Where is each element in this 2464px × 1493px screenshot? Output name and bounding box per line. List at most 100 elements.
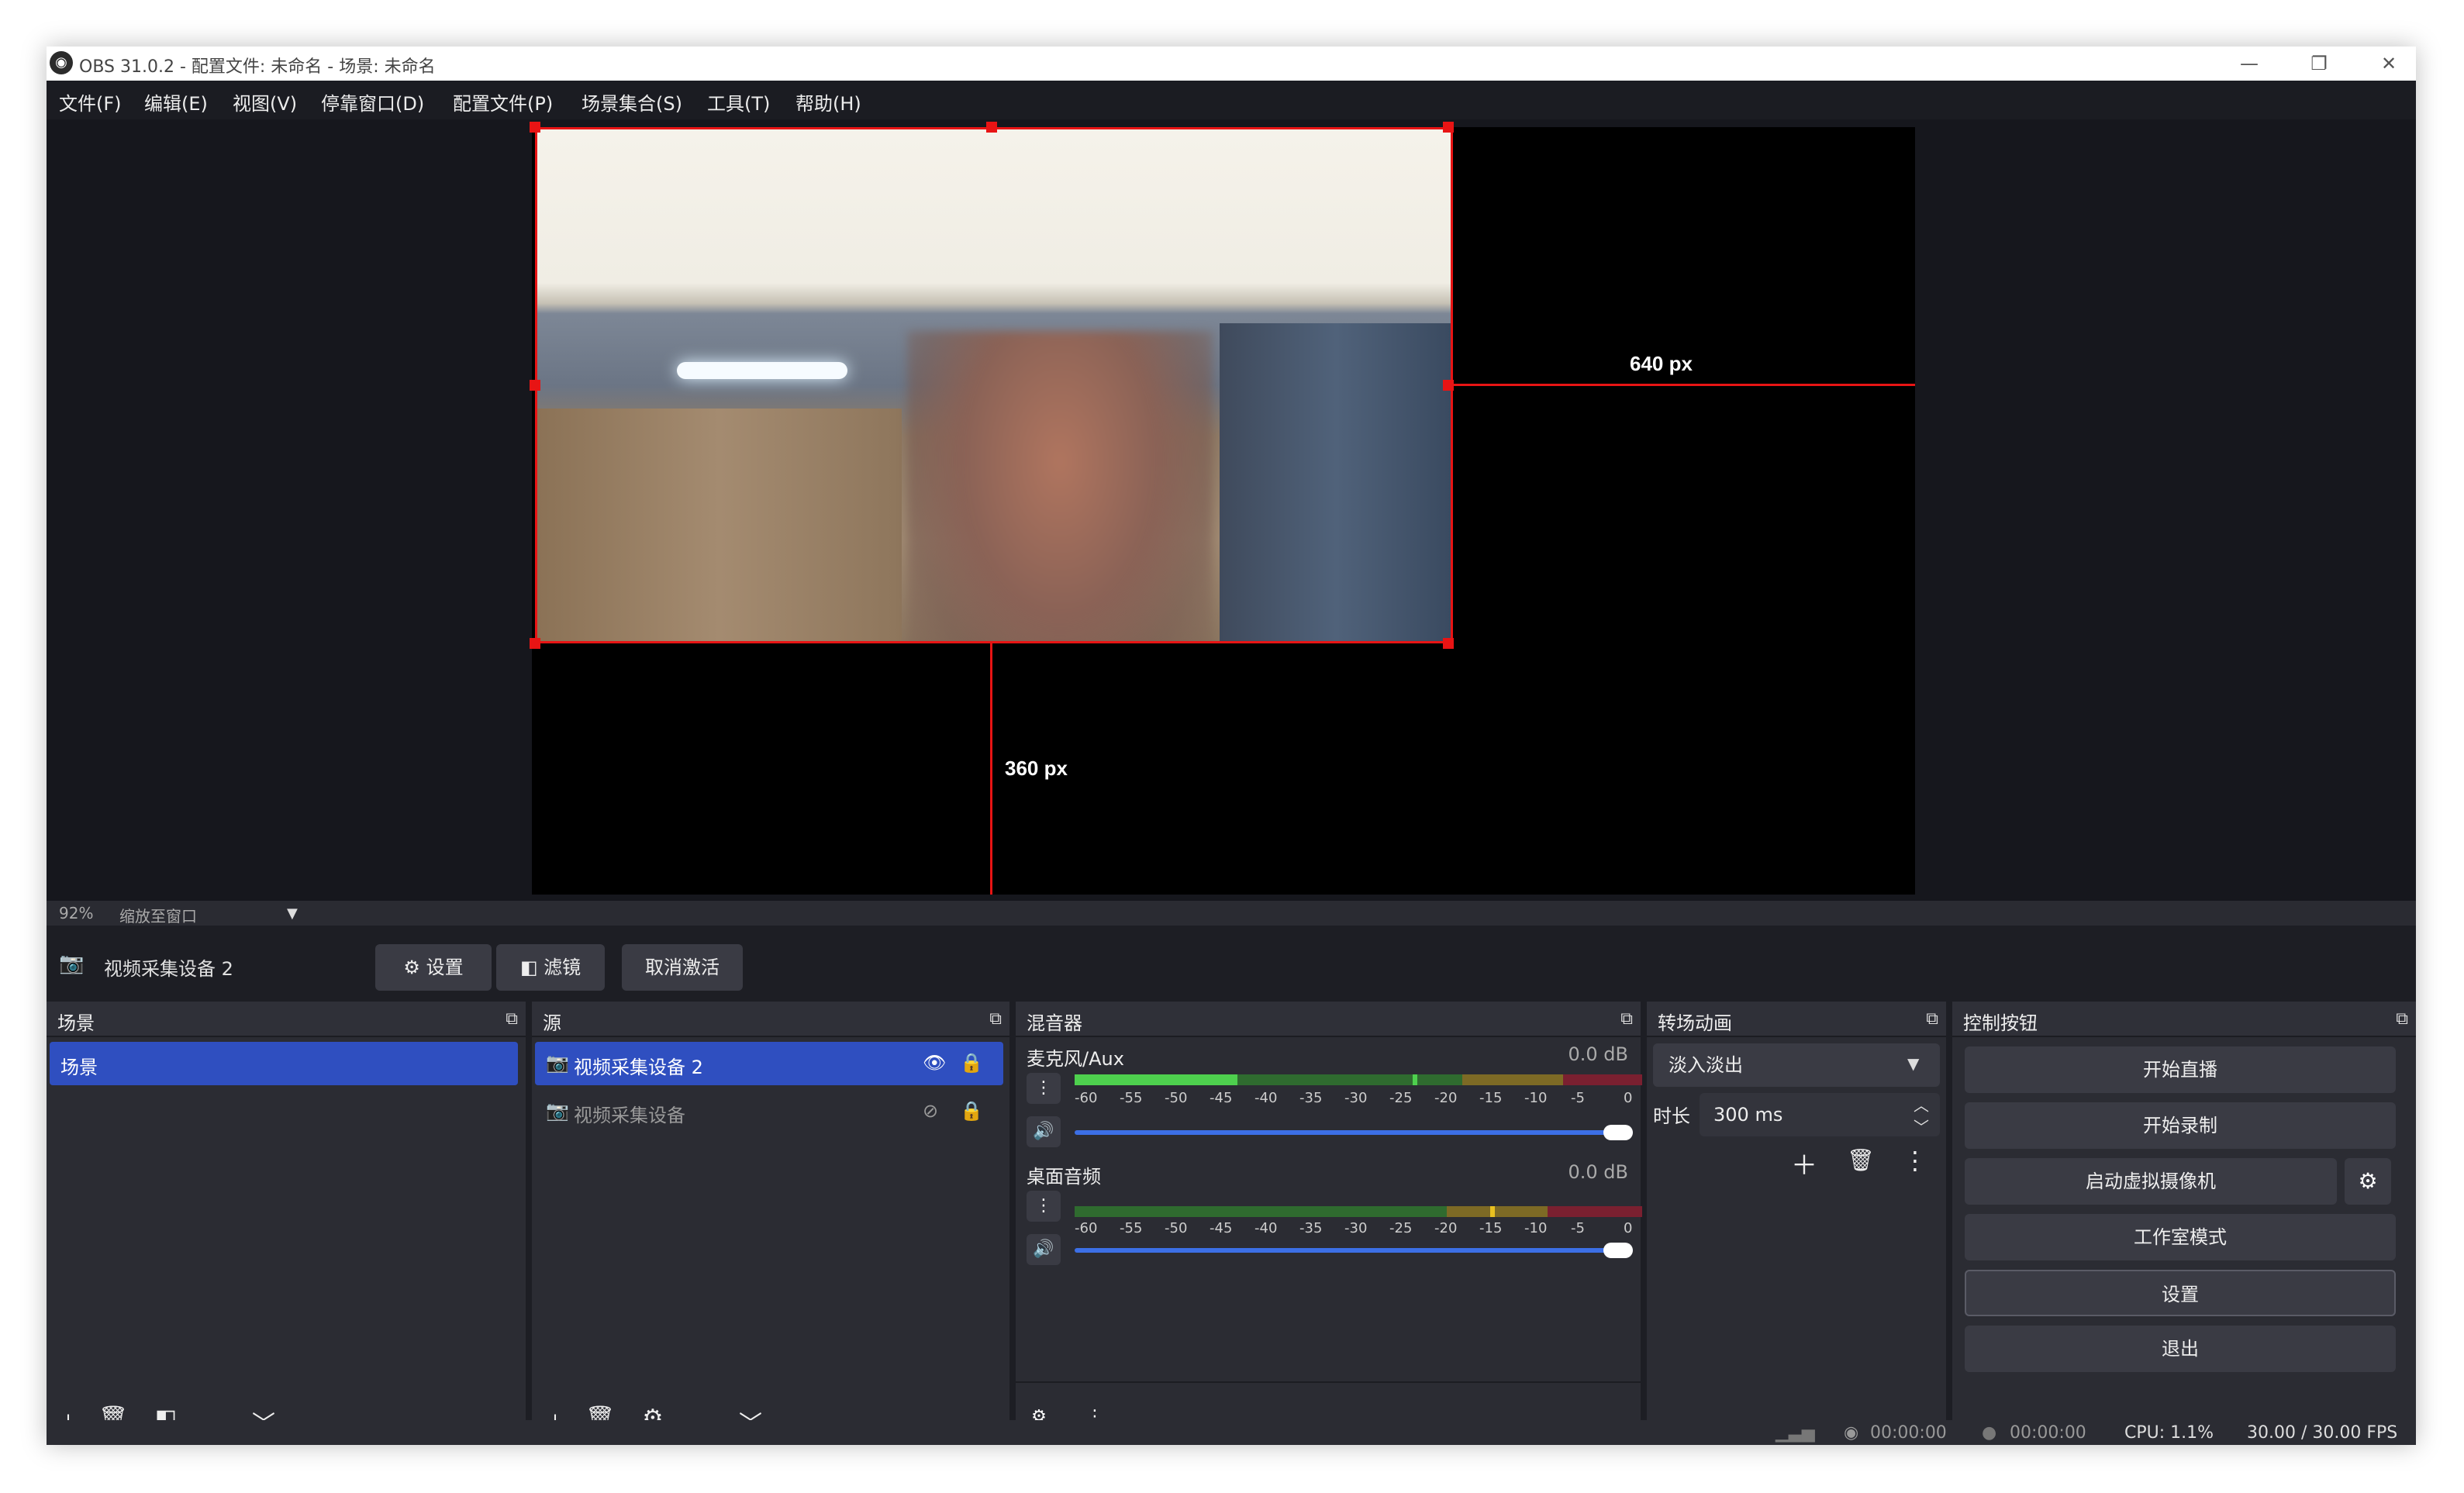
menu-help[interactable]: 帮助(H) <box>795 88 861 116</box>
mixer-dock-header: 混音器 ⧉ <box>1016 1002 1641 1037</box>
scenes-dock-header: 场景 ⧉ <box>47 1002 526 1037</box>
lock-icon[interactable]: 🔒 <box>960 1052 983 1074</box>
db-scale: -60 -55 -50 -45 -40 -35 -30 -25 -20 -15 … <box>1075 1220 1642 1239</box>
transitions-dock: 转场动画 ⧉ 淡入淡出 ▼ 时长 300 ms ︿ ﹀ ＋ 🗑 ⋮ <box>1647 1002 1946 1445</box>
undock-icon[interactable]: ⧉ <box>1620 1009 1633 1029</box>
kebab-menu-icon[interactable]: ⋮ <box>1903 1146 1927 1175</box>
mixer-footer-divider <box>1016 1381 1641 1383</box>
source-settings-label: 设置 <box>426 957 464 978</box>
chevron-down-icon[interactable]: ▼ <box>1907 1054 1919 1073</box>
db-scale-tick: -30 <box>1344 1090 1368 1106</box>
camera-scene-shelf <box>537 409 902 641</box>
transform-handle-tr[interactable] <box>1443 122 1454 133</box>
title-bar: ◉ OBS 31.0.2 - 配置文件: 未命名 - 场景: 未命名 — ❐ ✕ <box>47 47 2416 81</box>
camera-scene-wall <box>1220 323 1451 641</box>
stream-time: 00:00:00 <box>1870 1423 1947 1443</box>
spin-down-icon[interactable]: ﹀ <box>1914 1115 1929 1137</box>
level-meter-peak <box>1413 1074 1417 1085</box>
db-scale-tick: -40 <box>1254 1090 1278 1106</box>
source-item[interactable]: 📷 视频采集设备 2 👁 🔒 <box>535 1042 1003 1085</box>
studio-mode-button[interactable]: 工作室模式 <box>1965 1214 2396 1260</box>
transform-handle-l[interactable] <box>530 380 540 391</box>
close-button[interactable]: ✕ <box>2354 47 2416 81</box>
add-transition-icon[interactable]: ＋ <box>1791 1144 1817 1182</box>
db-scale-tick: -15 <box>1479 1090 1503 1106</box>
stream-status-icon: ◉ <box>1844 1423 1859 1443</box>
kebab-menu-icon[interactable]: ⋮ <box>1027 1073 1061 1104</box>
transition-select[interactable]: 淡入淡出 <box>1653 1043 1940 1087</box>
db-scale-tick: -60 <box>1075 1220 1098 1236</box>
transitions-dock-header: 转场动画 ⧉ <box>1647 1002 1946 1037</box>
mixer-channel-name: 麦克风/Aux <box>1027 1048 1124 1070</box>
minimize-button[interactable]: — <box>2214 47 2284 81</box>
lock-icon[interactable]: 🔒 <box>960 1100 983 1122</box>
volume-slider-knob[interactable] <box>1603 1243 1633 1258</box>
virtual-camera-button[interactable]: 启动虚拟摄像机 <box>1965 1158 2337 1205</box>
menu-view[interactable]: 视图(V) <box>233 88 297 116</box>
fps-readout: 30.00 / 30.00 FPS <box>2247 1423 2398 1443</box>
obs-window: ◉ OBS 31.0.2 - 配置文件: 未命名 - 场景: 未命名 — ❐ ✕… <box>47 47 2416 1445</box>
transform-handle-r[interactable] <box>1443 380 1454 391</box>
level-meter-peak <box>1490 1206 1495 1217</box>
start-streaming-button[interactable]: 开始直播 <box>1965 1046 2396 1093</box>
transform-handle-tl[interactable] <box>530 122 540 133</box>
height-guide-label: 360 px <box>1005 757 1068 780</box>
db-scale-tick: -10 <box>1524 1090 1548 1106</box>
eye-visible-icon[interactable]: 👁 <box>923 1052 946 1074</box>
menu-edit[interactable]: 编辑(E) <box>144 88 208 116</box>
volume-slider[interactable] <box>1075 1130 1633 1135</box>
db-scale-tick: 0 <box>1624 1090 1633 1106</box>
transform-handle-br[interactable] <box>1443 638 1454 649</box>
mixer-channel-name: 桌面音频 <box>1027 1166 1101 1188</box>
level-meter-bg-red <box>1548 1206 1642 1217</box>
settings-button[interactable]: 设置 <box>1965 1270 2396 1316</box>
undock-icon[interactable]: ⧉ <box>506 1009 518 1029</box>
virtual-camera-settings-icon[interactable]: ⚙ <box>2345 1158 2391 1205</box>
spin-up-icon[interactable]: ︿ <box>1914 1093 1929 1115</box>
source-item-label: 视频采集设备 <box>574 1105 685 1126</box>
zoom-dropdown-icon[interactable]: ▼ <box>287 905 298 922</box>
source-settings-button[interactable]: ⚙ 设置 <box>375 944 492 991</box>
start-recording-button[interactable]: 开始录制 <box>1965 1102 2396 1149</box>
source-item[interactable]: 📷 视频采集设备 ⊘ 🔒 <box>535 1090 1003 1133</box>
volume-icon[interactable]: 🔊 <box>1027 1234 1061 1265</box>
db-scale-tick: -50 <box>1165 1090 1188 1106</box>
mixer-dock-title: 混音器 <box>1027 1012 1082 1034</box>
sources-dock-header: 源 ⧉ <box>532 1002 1009 1037</box>
output-canvas[interactable]: 640 px 360 px <box>530 122 1915 895</box>
menu-scene-collection[interactable]: 场景集合(S) <box>581 88 682 116</box>
db-scale-tick: -55 <box>1120 1220 1143 1236</box>
menu-file[interactable]: 文件(F) <box>59 88 122 116</box>
maximize-button[interactable]: ❐ <box>2284 47 2354 81</box>
menu-profile[interactable]: 配置文件(P) <box>453 88 553 116</box>
db-scale-tick: -50 <box>1165 1220 1188 1236</box>
record-status-icon: ● <box>1982 1423 1997 1443</box>
undock-icon[interactable]: ⧉ <box>2396 1009 2408 1029</box>
undock-icon[interactable]: ⧉ <box>1926 1009 1938 1029</box>
volume-slider-knob[interactable] <box>1603 1125 1633 1140</box>
menu-tools[interactable]: 工具(T) <box>707 88 770 116</box>
preview-area[interactable]: 640 px 360 px <box>47 119 2416 901</box>
menu-docks[interactable]: 停靠窗口(D) <box>321 88 424 116</box>
scene-item[interactable]: 场景 <box>50 1042 518 1085</box>
duration-spinbox[interactable]: 300 ms <box>1700 1093 1940 1136</box>
zoom-mode-select[interactable]: 缩放至窗口 <box>119 904 197 926</box>
transform-handle-t[interactable] <box>986 122 997 133</box>
kebab-menu-icon[interactable]: ⋮ <box>1027 1191 1061 1222</box>
eye-hidden-icon[interactable]: ⊘ <box>923 1100 938 1122</box>
volume-slider[interactable] <box>1075 1248 1633 1253</box>
scenes-dock: 场景 ⧉ 场景 ＋ 🗑 ◧ ︿ ﹀ <box>47 1002 526 1445</box>
source-filters-button[interactable]: ◧ 滤镜 <box>496 944 605 991</box>
db-scale-tick: -45 <box>1210 1090 1233 1106</box>
undock-icon[interactable]: ⧉ <box>989 1009 1002 1029</box>
db-scale-tick: -45 <box>1210 1220 1233 1236</box>
transform-handle-bl[interactable] <box>530 638 540 649</box>
video-source-frame[interactable] <box>535 127 1453 643</box>
volume-icon[interactable]: 🔊 <box>1027 1116 1061 1147</box>
deactivate-button[interactable]: 取消激活 <box>622 944 743 991</box>
sources-dock-title: 源 <box>543 1012 561 1034</box>
exit-button[interactable]: 退出 <box>1965 1326 2396 1372</box>
source-filters-label: 滤镜 <box>544 957 581 978</box>
remove-transition-icon[interactable]: 🗑 <box>1847 1147 1875 1173</box>
selected-source-name: 视频采集设备 2 <box>104 958 233 980</box>
